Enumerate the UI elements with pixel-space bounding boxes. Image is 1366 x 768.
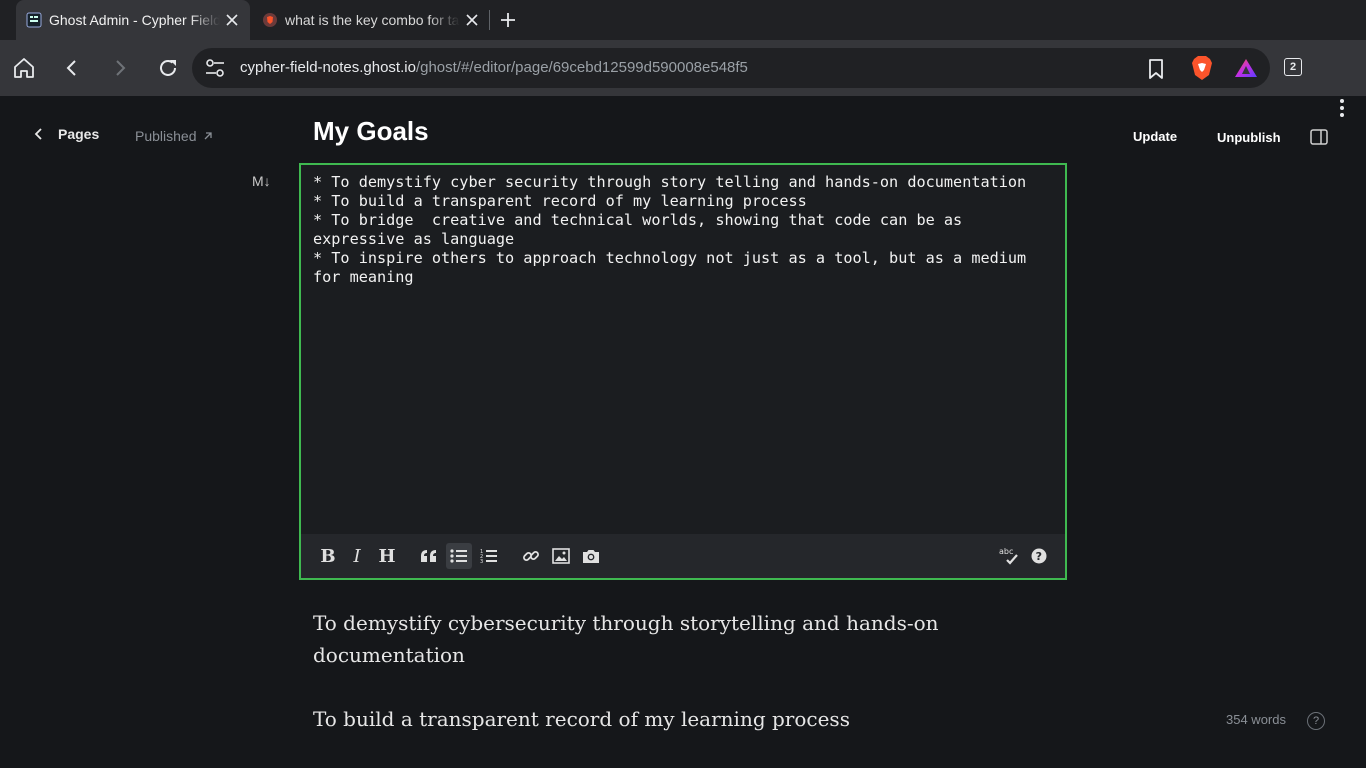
rendered-paragraph[interactable]: To demystify cybersecurity through story… bbox=[313, 607, 953, 671]
tab-ghost-admin[interactable]: Ghost Admin - Cypher Field Notes bbox=[16, 0, 250, 40]
spellcheck-icon[interactable]: abc bbox=[996, 543, 1022, 569]
word-count: 354 words bbox=[1226, 712, 1286, 727]
site-settings-icon[interactable] bbox=[204, 58, 226, 78]
heading-button[interactable]: H bbox=[374, 543, 400, 569]
home-icon[interactable] bbox=[10, 54, 38, 82]
tab-search-result[interactable]: what is the key combo for tab bbox=[252, 0, 490, 40]
published-status[interactable]: Published bbox=[135, 128, 213, 144]
ordered-list-icon[interactable]: 123 bbox=[476, 543, 502, 569]
image-icon[interactable] bbox=[548, 543, 574, 569]
markdown-textarea[interactable]: * To demystify cyber security through st… bbox=[313, 173, 1033, 287]
ghost-favicon-icon bbox=[26, 12, 42, 28]
svg-text:?: ? bbox=[1036, 550, 1042, 563]
forward-arrow-icon[interactable] bbox=[106, 54, 134, 82]
brave-favicon-icon bbox=[262, 12, 278, 28]
tab-title: what is the key combo for tab bbox=[285, 12, 460, 28]
brave-shields-icon[interactable] bbox=[1188, 52, 1216, 84]
url-host: cypher-field-notes.ghost.io bbox=[240, 59, 416, 76]
close-tab-icon[interactable] bbox=[220, 8, 244, 32]
browser-tab-strip: Ghost Admin - Cypher Field Notes what is… bbox=[0, 0, 1366, 40]
reload-icon[interactable] bbox=[154, 54, 182, 82]
update-button[interactable]: Update bbox=[1133, 129, 1177, 144]
browser-menu-icon[interactable] bbox=[1330, 94, 1354, 122]
svg-text:3: 3 bbox=[480, 559, 483, 564]
quote-icon[interactable] bbox=[416, 543, 442, 569]
address-bar[interactable]: cypher-field-notes.ghost.io/ghost/#/edit… bbox=[192, 48, 1270, 88]
close-tab-icon[interactable] bbox=[460, 8, 484, 32]
markdown-editor[interactable]: * To demystify cyber security through st… bbox=[299, 163, 1067, 580]
back-to-pages-link[interactable]: Pages bbox=[34, 126, 99, 142]
status-label: Published bbox=[135, 128, 197, 144]
bold-button[interactable]: B bbox=[315, 543, 341, 569]
chevron-left-icon bbox=[34, 127, 44, 141]
brave-rewards-icon[interactable] bbox=[1232, 52, 1260, 84]
link-icon[interactable] bbox=[518, 543, 544, 569]
back-label: Pages bbox=[58, 126, 100, 142]
unpublish-button[interactable]: Unpublish bbox=[1217, 130, 1281, 145]
markdown-toolbar: B I H 123 abc ? bbox=[301, 534, 1065, 578]
bookmark-icon[interactable] bbox=[1143, 58, 1169, 80]
tab-separator bbox=[489, 10, 490, 30]
url-text: cypher-field-notes.ghost.io/ghost/#/edit… bbox=[240, 59, 748, 76]
tab-title: Ghost Admin - Cypher Field Notes bbox=[49, 12, 220, 28]
url-path: /ghost/#/editor/page/69cebd12599d590008e… bbox=[415, 59, 748, 76]
markdown-indicator: M↓ bbox=[252, 173, 271, 189]
browser-toolbar: cypher-field-notes.ghost.io/ghost/#/edit… bbox=[0, 40, 1366, 117]
help-circle-icon[interactable]: ? bbox=[1026, 543, 1052, 569]
camera-icon[interactable] bbox=[578, 543, 604, 569]
italic-button[interactable]: I bbox=[344, 543, 370, 569]
spellcheck-label: abc bbox=[999, 547, 1013, 556]
back-arrow-icon[interactable] bbox=[58, 54, 86, 82]
rendered-paragraph[interactable]: To build a transparent record of my lear… bbox=[313, 703, 953, 735]
unordered-list-icon[interactable] bbox=[446, 543, 472, 569]
page-title[interactable]: My Goals bbox=[313, 116, 429, 147]
external-link-icon bbox=[203, 131, 213, 141]
new-tab-button[interactable] bbox=[496, 8, 520, 32]
settings-sidebar-toggle-icon[interactable] bbox=[1310, 129, 1328, 145]
help-icon[interactable]: ? bbox=[1307, 712, 1325, 730]
tab-count-button[interactable]: 2 bbox=[1284, 58, 1302, 76]
